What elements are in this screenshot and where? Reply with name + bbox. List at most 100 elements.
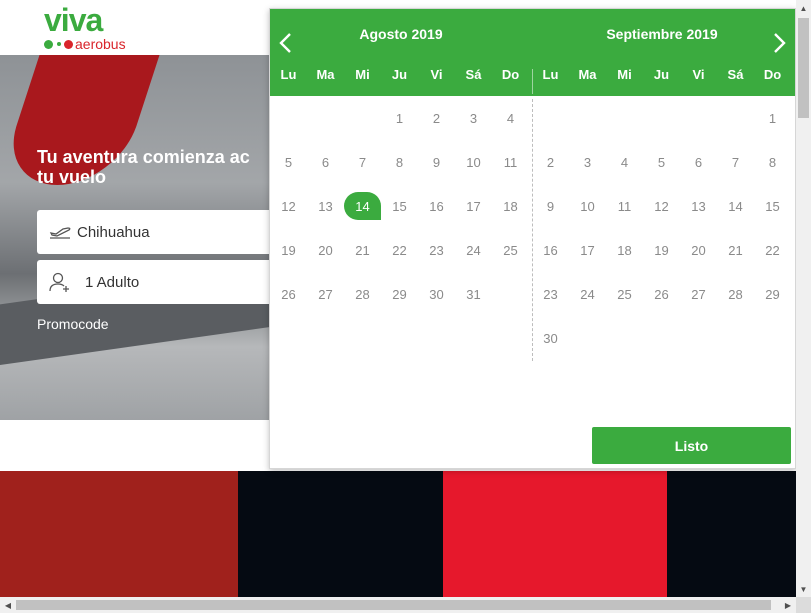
day-cell[interactable]: 13 bbox=[680, 184, 717, 228]
day-cell[interactable]: 16 bbox=[418, 184, 455, 228]
day-cell[interactable]: 23 bbox=[532, 272, 569, 316]
prev-month-button[interactable] bbox=[272, 29, 298, 57]
origin-value: Chihuahua bbox=[77, 223, 150, 241]
day-cell[interactable]: 5 bbox=[270, 140, 307, 184]
day-cell[interactable]: 12 bbox=[643, 184, 680, 228]
day-cell[interactable]: 25 bbox=[492, 228, 529, 272]
day-cell[interactable]: 17 bbox=[569, 228, 606, 272]
day-cell[interactable]: 23 bbox=[418, 228, 455, 272]
day-cell[interactable]: 14 bbox=[717, 184, 754, 228]
horizontal-scroll-thumb[interactable] bbox=[16, 600, 771, 610]
month-title-september: Septiembre 2019 bbox=[606, 26, 718, 42]
day-cell[interactable]: 26 bbox=[643, 272, 680, 316]
weekday-label: Sá bbox=[727, 67, 744, 82]
day-cell[interactable]: 9 bbox=[532, 184, 569, 228]
day-cell[interactable]: 10 bbox=[455, 140, 492, 184]
promo-banner[interactable] bbox=[238, 471, 443, 597]
day-cell[interactable]: 16 bbox=[532, 228, 569, 272]
day-cell[interactable]: 11 bbox=[606, 184, 643, 228]
user-add-icon bbox=[47, 269, 73, 295]
day-cell[interactable]: 2 bbox=[418, 96, 455, 140]
day-cell[interactable]: 24 bbox=[455, 228, 492, 272]
day-cell[interactable]: 1 bbox=[754, 96, 791, 140]
day-cell[interactable]: 31 bbox=[455, 272, 492, 316]
day-cell[interactable]: 19 bbox=[643, 228, 680, 272]
day-cell[interactable]: 29 bbox=[754, 272, 791, 316]
day-cell[interactable]: 10 bbox=[569, 184, 606, 228]
days-grid-august: 1 2 3 4 5 6 7 8 9 10 11 12 13 14 15 16 17 18 19 20 21 22 23 24 2… bbox=[270, 96, 529, 316]
promocode-link[interactable]: Promocode bbox=[37, 316, 109, 332]
day-cell[interactable]: 29 bbox=[381, 272, 418, 316]
day-cell[interactable]: 30 bbox=[532, 316, 569, 360]
day-cell[interactable]: 30 bbox=[418, 272, 455, 316]
logo-dot-icon bbox=[64, 39, 73, 49]
day-cell[interactable]: 18 bbox=[606, 228, 643, 272]
day-cell[interactable]: 3 bbox=[569, 140, 606, 184]
weekday-label: Vi bbox=[430, 67, 443, 82]
viva-aerobus-logo[interactable]: viva aerobus bbox=[44, 4, 134, 52]
selected-day-label: 14 bbox=[344, 192, 381, 220]
day-cell[interactable]: 24 bbox=[569, 272, 606, 316]
day-cell[interactable]: 18 bbox=[492, 184, 529, 228]
day-cell[interactable]: 25 bbox=[606, 272, 643, 316]
day-cell[interactable]: 27 bbox=[680, 272, 717, 316]
promo-banner[interactable] bbox=[667, 471, 796, 597]
weekday-label: Lu bbox=[280, 67, 297, 82]
day-cell[interactable]: 6 bbox=[307, 140, 344, 184]
weekday-label: Ma bbox=[316, 67, 335, 82]
scroll-up-arrow-icon[interactable]: ▲ bbox=[796, 0, 811, 16]
done-button[interactable]: Listo bbox=[592, 427, 791, 464]
scroll-right-arrow-icon[interactable]: ▶ bbox=[780, 597, 796, 613]
day-cell[interactable]: 13 bbox=[307, 184, 344, 228]
day-cell[interactable]: 27 bbox=[307, 272, 344, 316]
scrollbar-corner bbox=[796, 597, 811, 613]
weekday-label: Sá bbox=[465, 67, 482, 82]
horizontal-scrollbar[interactable]: ◀ ▶ bbox=[0, 597, 796, 613]
day-cell[interactable]: 4 bbox=[606, 140, 643, 184]
day-cell[interactable]: 1 bbox=[381, 96, 418, 140]
promo-banners bbox=[0, 471, 796, 597]
day-cell[interactable]: 5 bbox=[643, 140, 680, 184]
day-cell[interactable]: 8 bbox=[754, 140, 791, 184]
day-cell[interactable]: 2 bbox=[532, 140, 569, 184]
scroll-down-arrow-icon[interactable]: ▼ bbox=[796, 581, 811, 597]
day-cell[interactable]: 15 bbox=[754, 184, 791, 228]
day-cell-selected[interactable]: 14 bbox=[344, 184, 381, 228]
day-cell[interactable]: 21 bbox=[717, 228, 754, 272]
day-cell[interactable]: 26 bbox=[270, 272, 307, 316]
day-cell[interactable]: 19 bbox=[270, 228, 307, 272]
day-cell[interactable]: 8 bbox=[381, 140, 418, 184]
chevron-right-icon bbox=[774, 33, 786, 53]
day-cell[interactable]: 15 bbox=[381, 184, 418, 228]
origin-field[interactable]: Chihuahua bbox=[37, 210, 277, 254]
day-cell[interactable]: 4 bbox=[492, 96, 529, 140]
day-cell[interactable]: 3 bbox=[455, 96, 492, 140]
day-cell[interactable]: 28 bbox=[717, 272, 754, 316]
weekday-label: Lu bbox=[542, 67, 559, 82]
day-cell[interactable]: 17 bbox=[455, 184, 492, 228]
scroll-left-arrow-icon[interactable]: ◀ bbox=[0, 597, 16, 613]
promo-banner[interactable] bbox=[0, 471, 238, 597]
vertical-scroll-thumb[interactable] bbox=[798, 18, 809, 118]
month-title-august: Agosto 2019 bbox=[359, 26, 443, 42]
day-cell[interactable]: 20 bbox=[307, 228, 344, 272]
day-cell[interactable]: 11 bbox=[492, 140, 529, 184]
passengers-field[interactable]: 1 Adulto bbox=[37, 260, 277, 304]
day-cell[interactable]: 7 bbox=[717, 140, 754, 184]
weekday-label: Mi bbox=[355, 67, 370, 82]
day-cell[interactable]: 12 bbox=[270, 184, 307, 228]
next-month-button[interactable] bbox=[767, 29, 793, 57]
vertical-scrollbar[interactable]: ▲ ▼ bbox=[796, 0, 811, 597]
logo-dot-icon bbox=[44, 39, 53, 49]
day-cell[interactable]: 20 bbox=[680, 228, 717, 272]
day-cell[interactable]: 22 bbox=[754, 228, 791, 272]
promo-banner[interactable] bbox=[443, 471, 667, 597]
day-cell[interactable]: 28 bbox=[344, 272, 381, 316]
day-cell[interactable]: 22 bbox=[381, 228, 418, 272]
day-cell[interactable]: 21 bbox=[344, 228, 381, 272]
day-cell[interactable]: 6 bbox=[680, 140, 717, 184]
chevron-left-icon bbox=[279, 33, 291, 53]
day-cell[interactable]: 9 bbox=[418, 140, 455, 184]
day-cell[interactable]: 7 bbox=[344, 140, 381, 184]
days-grid-september: 1 2 3 4 5 6 7 8 9 10 11 12 13 14 15 16 17 18 19 20 21 22 23 24 2… bbox=[532, 96, 791, 360]
